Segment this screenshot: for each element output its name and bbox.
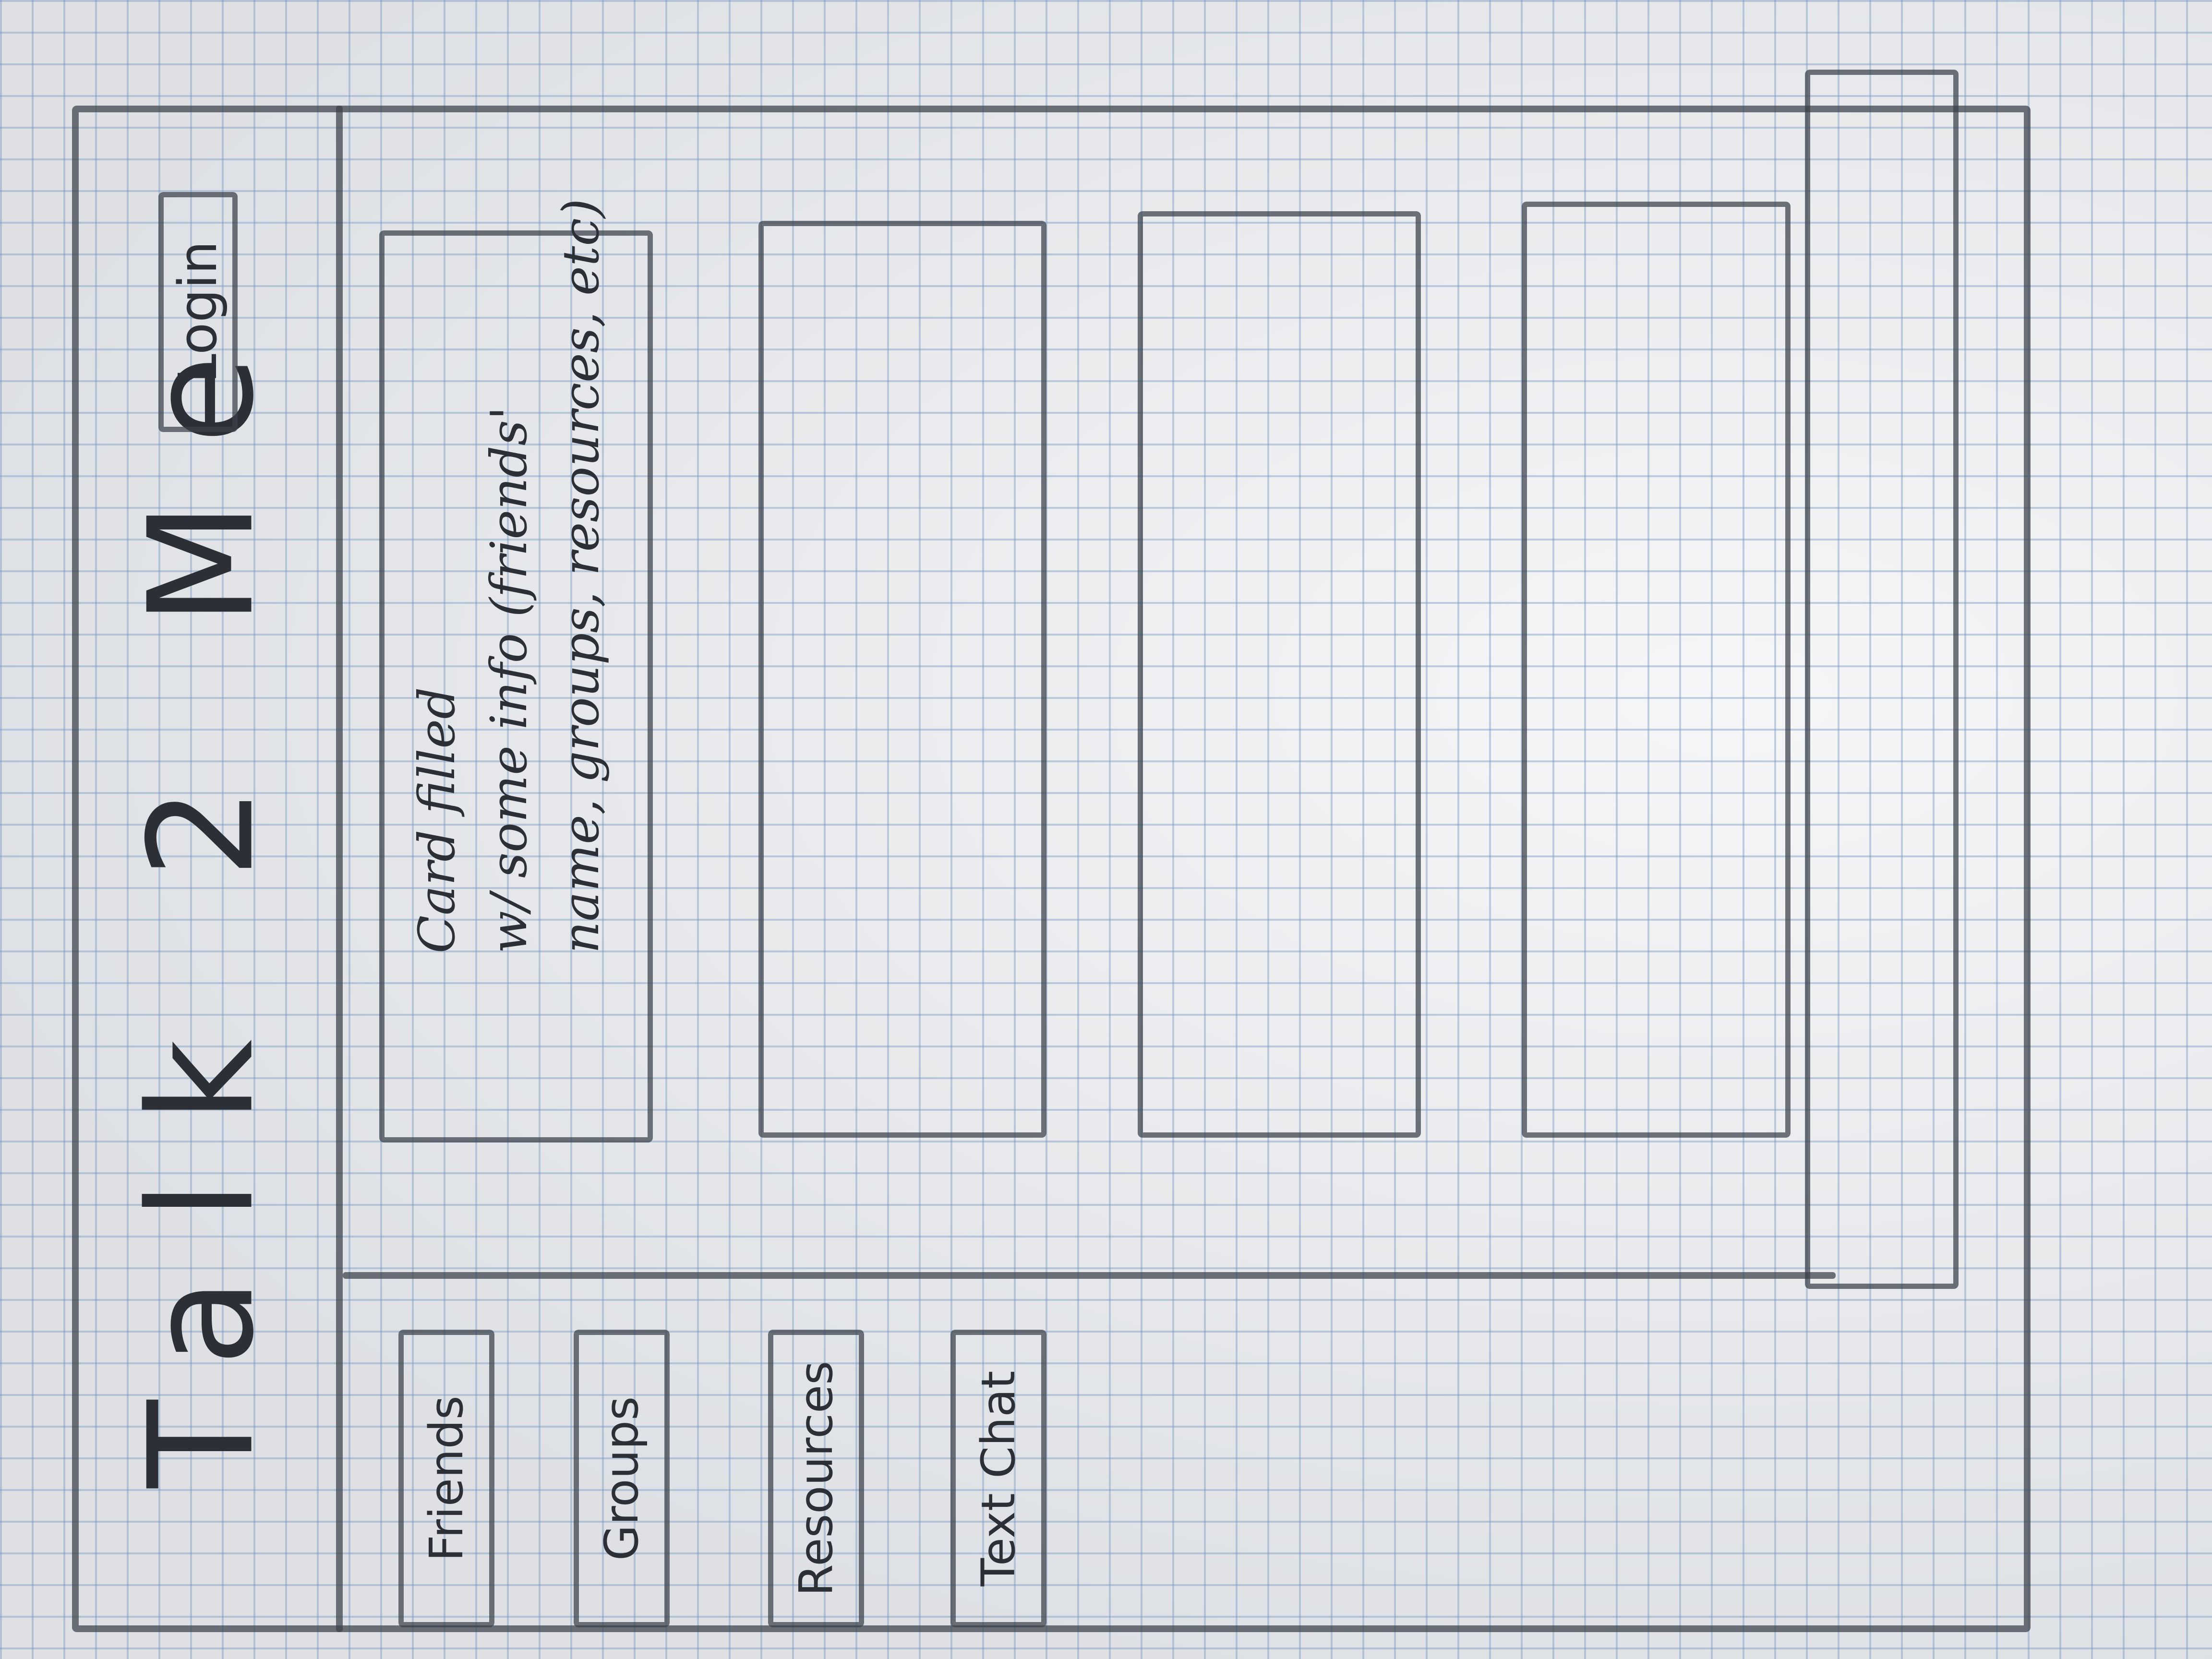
app-title: Talk 2 Me (118, 298, 286, 1488)
login-button-label: Login (167, 240, 228, 384)
card-note-line: w/ some info (friends' (480, 406, 538, 954)
nav-resources-label: Resources (789, 1360, 843, 1597)
info-card[interactable] (1522, 202, 1791, 1138)
card-note-line: name, groups, resources, etc) (552, 198, 610, 954)
header-divider (336, 106, 343, 1632)
nav-groups-label: Groups (595, 1396, 649, 1561)
info-card[interactable] (1138, 211, 1421, 1138)
side-panel (1805, 70, 1959, 1289)
card-note-line: Card filled (408, 687, 466, 954)
info-card[interactable] (758, 221, 1046, 1138)
nav-divider (343, 1272, 1836, 1279)
nav-friends-label: Friends (420, 1395, 473, 1562)
card-note: Card filled w/ some info (friends' name,… (401, 199, 617, 954)
nav-text-chat-label: Text Chat (972, 1370, 1025, 1587)
